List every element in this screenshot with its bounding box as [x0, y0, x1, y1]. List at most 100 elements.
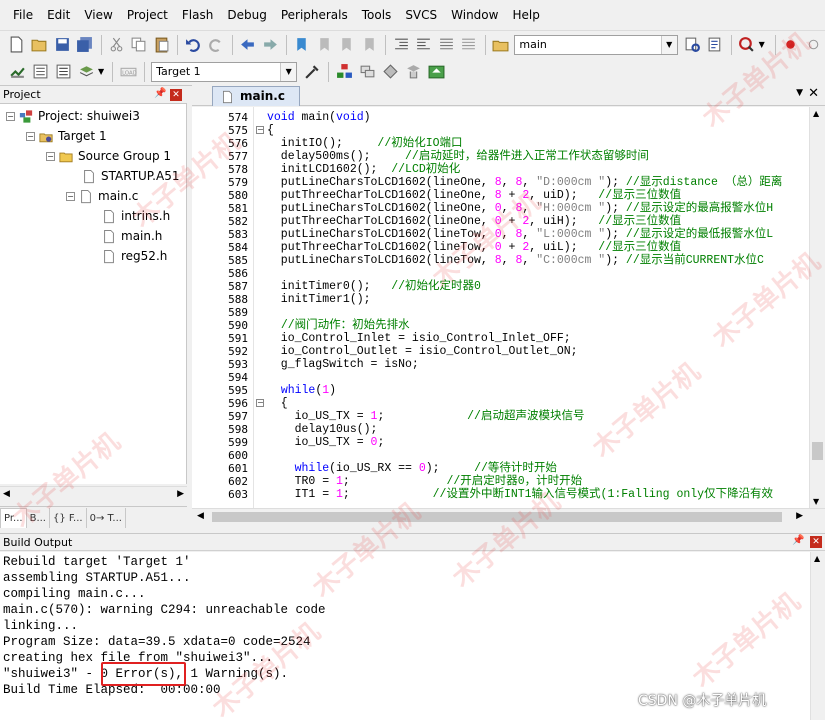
tab-books[interactable]: B... — [27, 508, 50, 528]
scroll-thumb[interactable] — [812, 442, 823, 460]
menu-item-svcs[interactable]: SVCS — [398, 0, 444, 30]
copy-icon[interactable] — [128, 34, 150, 56]
chevron-down-icon[interactable]: ▼ — [660, 35, 677, 54]
file-extensions-icon[interactable] — [356, 61, 378, 83]
redo-icon[interactable] — [205, 34, 227, 56]
close-icon[interactable]: ✕ — [808, 86, 819, 101]
code-line[interactable]: delay10us(); — [267, 423, 378, 436]
unindent-icon[interactable] — [413, 34, 435, 56]
code-line[interactable]: TR0 = 1; //开启定时器0，计时开始 — [267, 475, 583, 488]
scroll-left-icon[interactable]: ◀ — [3, 489, 10, 499]
save-all-icon[interactable] — [74, 34, 96, 56]
tree-node-startup[interactable]: STARTUP.A51 — [82, 167, 179, 185]
load-icon[interactable]: LOAD — [117, 61, 139, 83]
close-icon[interactable]: ✕ — [170, 89, 182, 101]
manage-components-icon[interactable] — [402, 61, 424, 83]
code-line[interactable]: IT1 = 1; //设置外中断INT1输入信号模式(1:Falling onl… — [267, 488, 773, 501]
collapse-icon[interactable]: − — [46, 151, 55, 161]
incremental-find-icon[interactable] — [704, 34, 726, 56]
tree-node-source-group[interactable]: − Source Group 1 — [46, 147, 171, 165]
tree-node-include[interactable]: reg52.h — [102, 247, 167, 265]
undo-icon[interactable] — [182, 34, 204, 56]
nav-forward-icon[interactable] — [259, 34, 281, 56]
pin-icon[interactable]: 📌 — [792, 535, 804, 546]
paste-icon[interactable] — [151, 34, 173, 56]
tab-functions[interactable]: {} F... — [50, 508, 87, 528]
chevron-down-icon[interactable]: ▼ — [796, 88, 803, 98]
code-line[interactable]: initIO(); //初始化IO端口 — [267, 137, 463, 150]
collapse-icon[interactable]: − — [26, 131, 35, 141]
find-icon[interactable] — [682, 34, 704, 56]
code-line[interactable]: io_Control_Outlet = isio_Control_Outlet_… — [267, 345, 578, 358]
prev-bookmark-icon[interactable] — [313, 34, 335, 56]
scroll-up-icon[interactable]: ▲ — [813, 109, 819, 118]
disable-breakpoint-icon[interactable] — [802, 34, 824, 56]
menu-item-flash[interactable]: Flash — [175, 0, 220, 30]
collapse-icon[interactable]: − — [6, 111, 15, 121]
pack-installer-icon[interactable] — [425, 61, 447, 83]
menu-item-view[interactable]: View — [77, 0, 119, 30]
tree-node-include[interactable]: intrins.h — [102, 207, 170, 225]
code-line[interactable]: putLineCharsToLCD1602(lineTow, 8, 8, "C:… — [267, 254, 764, 267]
scroll-thumb[interactable] — [212, 512, 782, 522]
bookmark-icon[interactable] — [291, 34, 313, 56]
fold-toggle-icon[interactable]: − — [256, 126, 264, 134]
find-in-files-icon[interactable] — [490, 34, 512, 56]
code-line[interactable]: //阀门动作：初始先排水 — [267, 319, 410, 332]
code-line[interactable]: while(1) — [267, 384, 336, 397]
code-line[interactable]: putThreeCharToLCD1602(lineTow, 0 + 2, ui… — [267, 241, 681, 254]
scroll-right-icon[interactable]: ▶ — [796, 511, 803, 521]
tree-node-include[interactable]: main.h — [102, 227, 162, 245]
menu-item-debug[interactable]: Debug — [220, 0, 273, 30]
scroll-left-icon[interactable]: ◀ — [197, 511, 204, 521]
menu-item-window[interactable]: Window — [444, 0, 505, 30]
tab-project[interactable]: Pr... — [0, 508, 27, 528]
tree-node-project[interactable]: − Project: shuiwei3 — [6, 107, 140, 125]
code-editor[interactable]: 574 575 576 577 578 579 580 581 582 583 584 585 586 5… — [192, 107, 809, 508]
cut-icon[interactable] — [105, 34, 127, 56]
debug-session-icon[interactable] — [736, 34, 758, 56]
target-options-icon[interactable] — [301, 61, 323, 83]
breakpoint-icon[interactable] — [780, 34, 802, 56]
target-combo[interactable]: Target 1 ▼ — [151, 61, 298, 82]
menu-item-file[interactable]: File — [6, 0, 40, 30]
scroll-right-icon[interactable]: ▶ — [177, 489, 184, 499]
next-bookmark-icon[interactable] — [336, 34, 358, 56]
editor-vscrollbar[interactable]: ▲ ▼ — [809, 107, 825, 508]
code-line[interactable]: delay500ms(); //启动延时，给器件进入正常工作状态留够时间 — [267, 150, 649, 163]
code-line[interactable]: putLineCharsToLCD1602(lineOne, 8, 8, "D:… — [267, 176, 783, 189]
build-output-vscrollbar[interactable]: ▲ — [810, 552, 825, 720]
code-line[interactable]: io_US_TX = 1; //启动超声波模块信号 — [267, 410, 585, 423]
nav-back-icon[interactable] — [237, 34, 259, 56]
project-hscrollbar[interactable]: ◀ ▶ — [0, 486, 187, 503]
manage-project-icon[interactable] — [333, 61, 355, 83]
translate-icon[interactable] — [6, 61, 28, 83]
new-file-icon[interactable] — [6, 34, 28, 56]
code-line[interactable]: putThreeCharToLCD1602(lineOne, 0 + 2, ui… — [267, 215, 681, 228]
code-line[interactable]: initTimer1(); — [267, 293, 371, 306]
code-line[interactable]: void main(void) — [267, 111, 371, 124]
tree-node-main-c[interactable]: − main.c — [66, 187, 138, 205]
chevron-down-icon[interactable]: ▼ — [280, 62, 297, 81]
clear-bookmarks-icon[interactable] — [359, 34, 381, 56]
code-line[interactable]: while(io_US_RX == 0); //等待计时开始 — [267, 462, 557, 475]
build-icon[interactable] — [29, 61, 51, 83]
rebuild-icon[interactable] — [52, 61, 74, 83]
menu-item-peripherals[interactable]: Peripherals — [274, 0, 355, 30]
code-line[interactable]: putLineCharsToLCD1602(lineOne, 0, 8, "H:… — [267, 202, 773, 215]
tab-templates[interactable]: 0→ T... — [87, 508, 126, 528]
code-line[interactable]: initTimer0(); //初始化定时器0 — [267, 280, 481, 293]
indent-icon[interactable] — [390, 34, 412, 56]
fold-toggle-icon[interactable]: − — [256, 399, 264, 407]
code-line[interactable]: io_Control_Inlet = isio_Control_Inlet_OF… — [267, 332, 571, 345]
editor-hscrollbar[interactable]: ◀ ▶ — [192, 508, 825, 525]
menu-item-edit[interactable]: Edit — [40, 0, 77, 30]
scroll-down-icon[interactable]: ▼ — [813, 497, 819, 506]
code-line[interactable]: putThreeCharToLCD1602(lineOne, 8 + 2, ui… — [267, 189, 681, 202]
code-line[interactable]: putLineCharsToLCD1602(lineTow, 0, 8, "L:… — [267, 228, 773, 241]
find-combo[interactable]: main ▼ — [514, 34, 678, 55]
tree-node-target[interactable]: − Target 1 — [26, 127, 107, 145]
code-line[interactable]: initLCD1602(); //LCD初始化 — [267, 163, 460, 176]
select-packs-icon[interactable] — [379, 61, 401, 83]
close-icon[interactable]: ✕ — [810, 536, 822, 548]
